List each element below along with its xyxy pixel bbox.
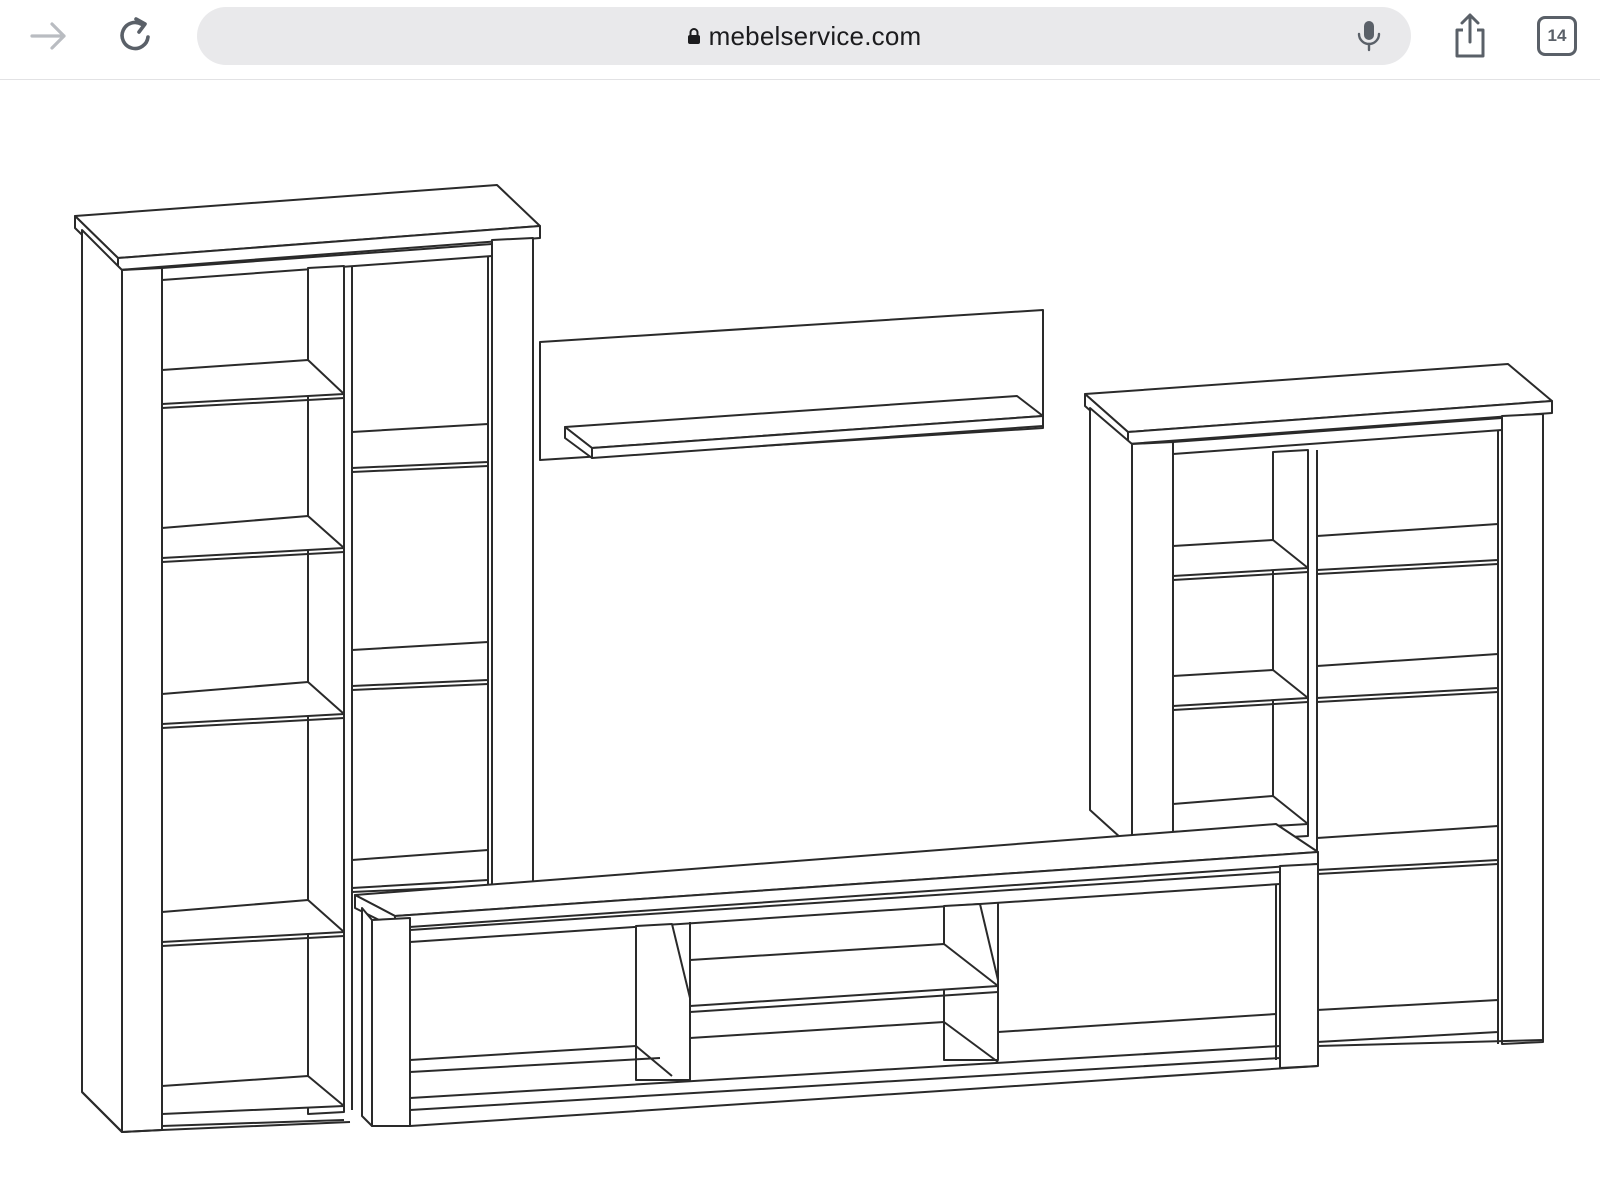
page-content <box>0 80 1600 1200</box>
center-wall-panel <box>539 309 1044 461</box>
url-display: mebelservice.com <box>687 21 922 52</box>
microphone-icon <box>1357 21 1381 52</box>
browser-toolbar: mebelservice.com 14 <box>0 0 1600 80</box>
forward-button[interactable] <box>24 12 72 60</box>
share-icon <box>1455 13 1485 58</box>
reload-icon <box>120 17 150 51</box>
address-bar[interactable]: mebelservice.com <box>197 7 1411 65</box>
lock-icon <box>687 28 700 44</box>
share-button[interactable] <box>1446 10 1494 62</box>
left-tall-bookcase <box>74 184 541 1133</box>
microphone-button[interactable] <box>1349 16 1389 56</box>
furniture-wall-unit-drawing <box>74 184 1553 1133</box>
reload-button[interactable] <box>112 12 160 60</box>
tabs-icon: 14 <box>1547 26 1567 45</box>
url-text: mebelservice.com <box>708 20 922 51</box>
tabs-button[interactable]: 14 <box>1537 16 1577 56</box>
arrow-right-icon <box>30 22 66 50</box>
